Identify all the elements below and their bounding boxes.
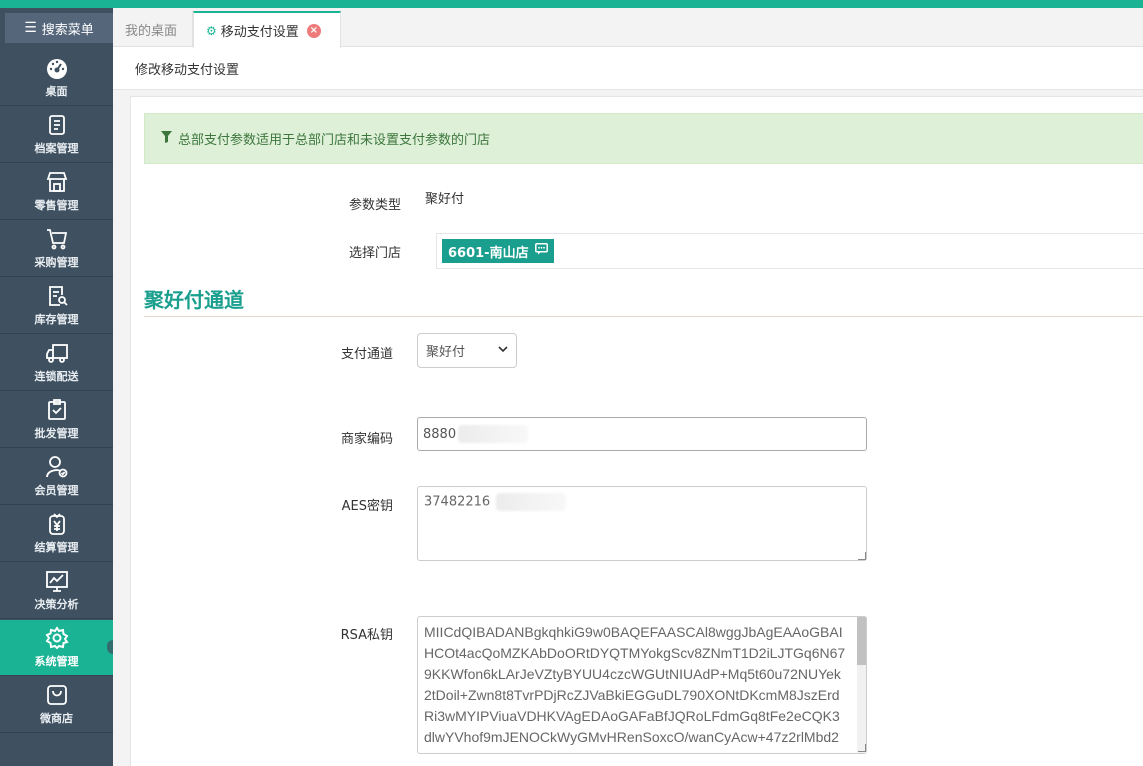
channel-select-value: 聚好付 [426,345,466,360]
store-tag-label: 6601-南山店 [448,245,529,261]
sidebar-item-label: 微商店 [40,712,73,725]
sidebar-item-label: 系统管理 [34,655,79,668]
sidebar: ☰ 搜索菜单 桌面 档案管理 零售管理 采购管理 库存管理 连锁配送 批发管理 … [0,8,113,766]
sidebar-item-microstore[interactable]: 微商店 [0,677,113,733]
textarea-scrollbar[interactable] [857,617,866,753]
page-title: 修改移动支付设置 [113,48,1143,90]
info-alert: 总部支付参数适用于总部门店和未设置支付参数的门店 [144,113,1143,164]
sidebar-item-member[interactable]: 会员管理 [0,449,113,505]
truck-icon [45,341,69,365]
chevron-down-icon [498,345,508,356]
form-panel: 总部支付参数适用于总部门店和未设置支付参数的门店 参数类型 聚好付 选择门店 6… [130,96,1143,766]
channel-select[interactable]: 聚好付 [417,333,517,368]
member-icon [45,455,69,479]
sidebar-item-label: 库存管理 [34,313,79,326]
aes-key-value: 37482216 [424,494,491,510]
search-menu-button[interactable]: ☰ 搜索菜单 [5,13,113,43]
rsa-key-textarea[interactable]: MIICdQIBADANBgkqhkiG9w0BAQEFAASCAl8wggJb… [417,616,867,754]
rsa-key-label: RSA私钥 [340,628,393,643]
tab-label: 我的桌面 [125,23,178,39]
shopping-bag-icon [45,683,69,707]
store-tag[interactable]: 6601-南山店 [442,239,554,263]
sidebar-item-label: 决策分析 [34,598,79,611]
cart-icon [45,227,69,251]
sidebar-item-settlement[interactable]: 结算管理 [0,506,113,562]
sidebar-item-retail[interactable]: 零售管理 [0,164,113,220]
sidebar-item-analysis[interactable]: 决策分析 [0,563,113,619]
sidebar-item-system[interactable]: 系统管理 [0,620,113,676]
dashboard-icon [45,56,69,80]
aes-key-label: AES密钥 [341,499,393,514]
sidebar-item-distribution[interactable]: 连锁配送 [0,335,113,391]
resize-handle[interactable] [858,744,866,752]
close-icon[interactable]: × [306,23,321,38]
redaction-blur [496,493,567,511]
param-type-label: 参数类型 [348,198,401,213]
sidebar-item-label: 会员管理 [34,484,79,497]
section-divider [144,316,1143,317]
yuan-icon [45,512,69,536]
tab-mobile-payment-settings[interactable]: ⚙ 移动支付设置 × [193,11,341,48]
tab-label: 移动支付设置 [220,25,299,40]
comment-icon [534,243,548,259]
sidebar-item-purchase[interactable]: 采购管理 [0,221,113,277]
resize-handle[interactable] [858,552,866,560]
wholesale-icon [45,398,69,422]
chart-icon [45,569,69,593]
filter-icon [161,131,172,146]
channel-label: 支付通道 [340,347,393,362]
store-select-box[interactable]: 6601-南山店 [436,233,1143,269]
menu-list-icon: ☰ [24,20,37,36]
store-label: 选择门店 [348,246,401,261]
merchant-code-label: 商家编码 [340,432,393,447]
sidebar-item-inventory[interactable]: 库存管理 [0,278,113,334]
tab-my-desktop[interactable]: 我的桌面 [113,11,193,47]
aes-key-textarea[interactable]: 37482216 [417,486,867,561]
inventory-search-icon [45,284,69,308]
sidebar-item-label: 档案管理 [34,142,79,155]
redaction-blur [458,425,529,443]
tab-bar: 我的桌面 ⚙ 移动支付设置 × [113,8,1143,48]
sidebar-item-label: 桌面 [45,85,68,98]
cogs-icon: ⚙ [206,23,217,38]
sidebar-item-label: 零售管理 [34,199,79,212]
merchant-code-input[interactable]: 8880 [417,417,867,451]
store-icon [45,170,69,194]
sidebar-item-archive[interactable]: 档案管理 [0,107,113,163]
section-title: 聚好付通道 [144,288,244,312]
param-type-value: 聚好付 [425,192,465,207]
scrollbar-thumb[interactable] [857,617,866,665]
sidebar-item-label: 采购管理 [34,256,79,269]
alert-text: 总部支付参数适用于总部门店和未设置支付参数的门店 [178,133,491,148]
gear-icon [45,626,69,650]
top-accent-bar [0,0,1143,8]
sidebar-item-label: 连锁配送 [34,370,79,383]
sidebar-item-label: 结算管理 [34,541,79,554]
sidebar-item-label: 批发管理 [34,427,79,440]
sidebar-item-wholesale[interactable]: 批发管理 [0,392,113,448]
sidebar-item-desktop[interactable]: 桌面 [0,50,113,106]
archive-icon [45,113,69,137]
search-menu-label: 搜索菜单 [41,22,94,38]
content-area: 总部支付参数适用于总部门店和未设置支付参数的门店 参数类型 聚好付 选择门店 6… [113,90,1143,766]
merchant-code-value: 8880 [423,426,457,442]
